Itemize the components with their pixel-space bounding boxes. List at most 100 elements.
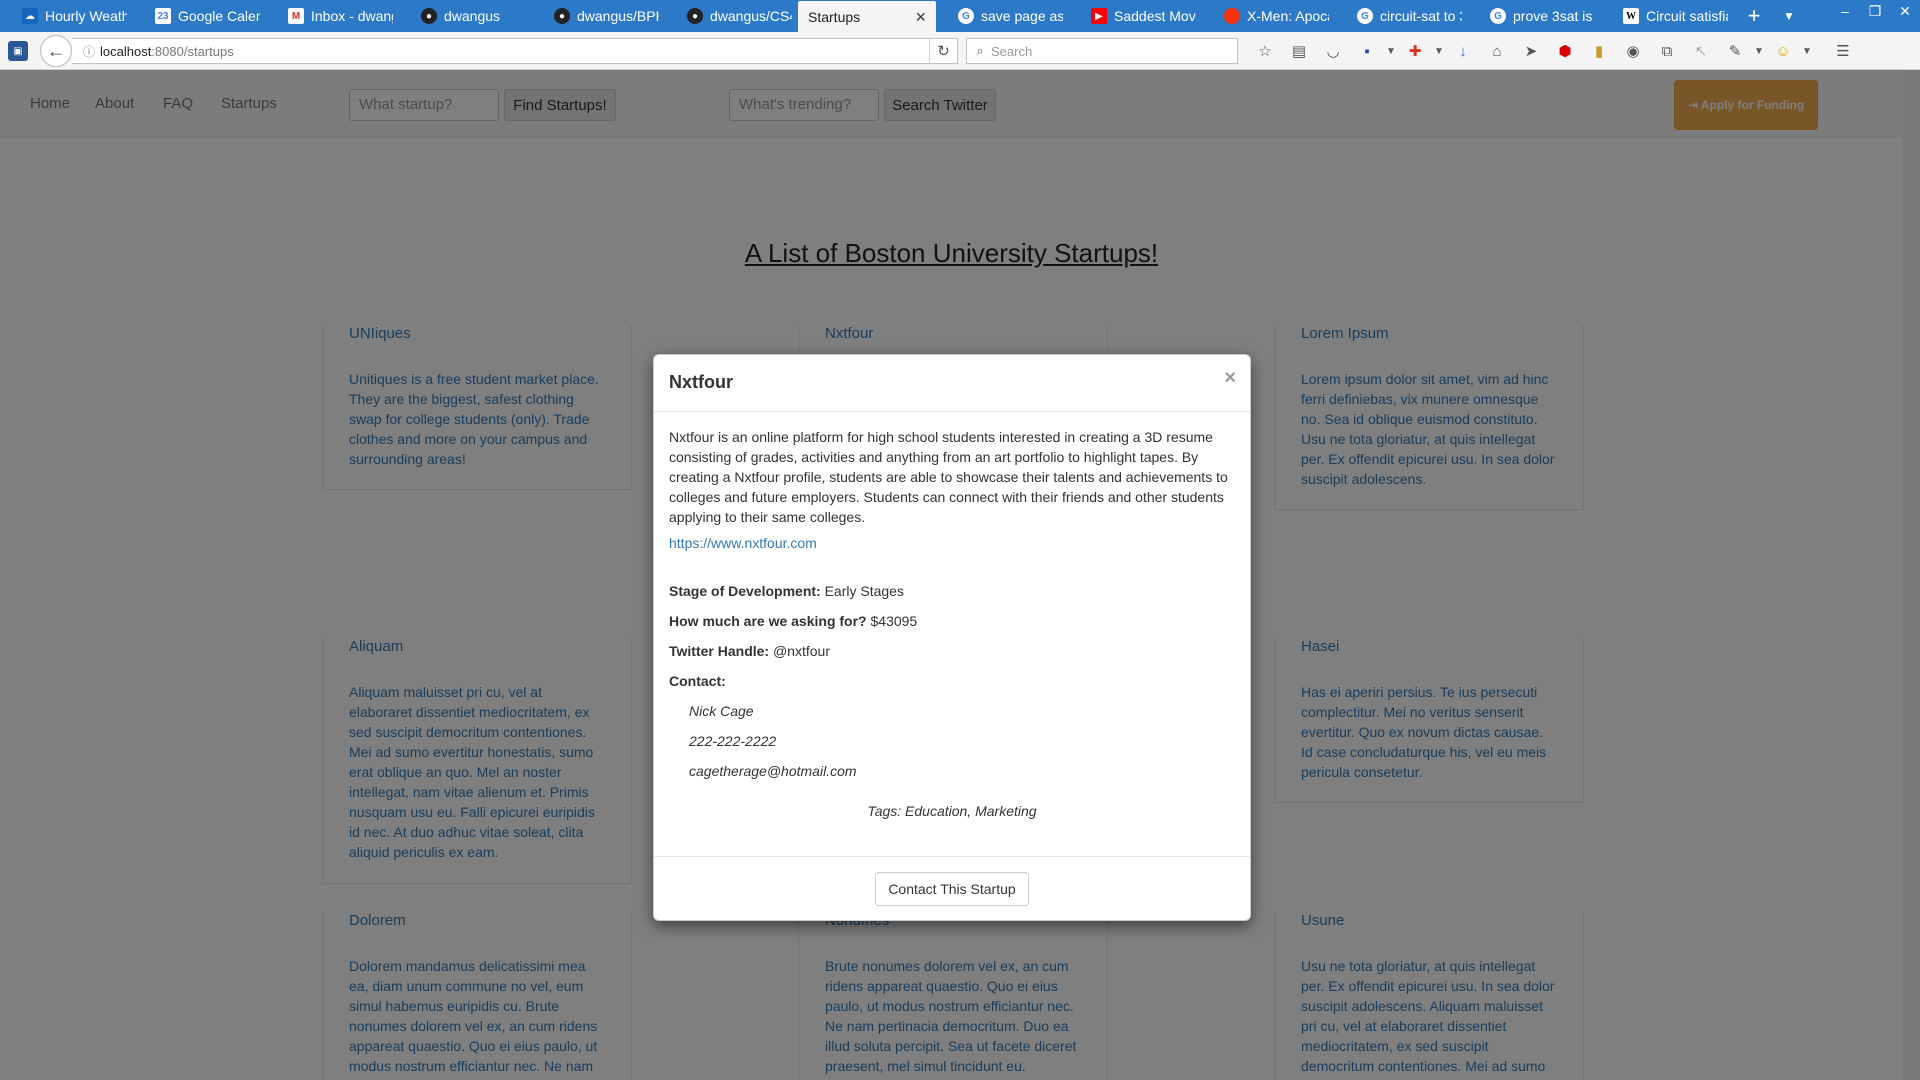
tab-label: save page as ht... bbox=[981, 8, 1063, 24]
github-icon: ● bbox=[687, 8, 703, 24]
tab-label: Google Calenda... bbox=[178, 8, 260, 24]
send-icon[interactable]: ➤ bbox=[1514, 38, 1548, 64]
tab-label: X-Men: Apocal... bbox=[1247, 8, 1329, 24]
stage-label: Stage of Development: bbox=[669, 583, 821, 599]
adblock-icon[interactable]: ⬢ bbox=[1548, 38, 1582, 64]
twitter-row: Twitter Handle: @nxtfour bbox=[669, 641, 1235, 661]
bookmark-star-icon[interactable]: ☆ bbox=[1248, 38, 1282, 64]
tab-label: Hourly Weather... bbox=[45, 8, 127, 24]
url-host: localhost bbox=[100, 43, 152, 59]
tab-prove-3sat[interactable]: G prove 3sat is np... bbox=[1468, 0, 1601, 32]
tab-label: Circuit satisfiabi... bbox=[1646, 8, 1728, 24]
tomato-icon bbox=[1224, 8, 1240, 24]
google-icon: G bbox=[958, 8, 974, 24]
url-path: :8080/startups bbox=[151, 43, 234, 59]
hamburger-menu-icon[interactable]: ☰ bbox=[1826, 38, 1860, 64]
back-icon[interactable]: ← bbox=[40, 35, 72, 67]
tab-github-cs41[interactable]: ● dwangus/CS41... bbox=[665, 0, 798, 32]
close-window-icon[interactable]: ✕ bbox=[1890, 0, 1920, 22]
gmail-icon: M bbox=[288, 8, 304, 24]
arrow-icon[interactable]: ↖ bbox=[1684, 38, 1718, 64]
google-icon: G bbox=[1490, 8, 1506, 24]
reload-icon[interactable]: ↻ bbox=[929, 39, 957, 63]
ask-label: How much are we asking for? bbox=[669, 613, 867, 629]
tab-calendar[interactable]: 23 Google Calenda... bbox=[133, 0, 266, 32]
home-icon[interactable]: ⌂ bbox=[1480, 38, 1514, 64]
addon-red-icon[interactable]: ✚ bbox=[1398, 38, 1432, 64]
startup-description: Nxtfour is an online platform for high s… bbox=[669, 429, 1228, 525]
save-icon[interactable]: ▪ bbox=[1350, 38, 1384, 64]
tab-label: Saddest Movies... bbox=[1114, 8, 1196, 24]
tab-startups[interactable]: Startups × bbox=[798, 1, 936, 33]
calendar-icon: 23 bbox=[155, 8, 171, 24]
stage-value: Early Stages bbox=[824, 583, 904, 599]
download-icon[interactable]: ↓ bbox=[1446, 38, 1480, 64]
modal-title: Nxtfour bbox=[669, 372, 733, 392]
close-tab-icon[interactable]: × bbox=[915, 7, 926, 28]
dropdown-chevron-icon[interactable]: ▼ bbox=[1384, 38, 1398, 64]
google-icon: G bbox=[1357, 8, 1373, 24]
window-controls: – ❐ ✕ bbox=[1830, 0, 1920, 22]
modal-footer: Contact This Startup bbox=[654, 856, 1250, 920]
stage-row: Stage of Development: Early Stages bbox=[669, 581, 1235, 601]
tab-label: Startups bbox=[808, 9, 861, 25]
ask-value: $43095 bbox=[870, 613, 918, 629]
tab-weather[interactable]: ☁ Hourly Weather... bbox=[0, 0, 133, 32]
contact-phone: 222-222-2222 bbox=[689, 733, 777, 749]
tab-label: dwangus bbox=[444, 8, 501, 24]
emoji-addon-icon[interactable]: ☺ bbox=[1766, 38, 1800, 64]
dropdown-chevron-icon[interactable]: ▼ bbox=[1800, 38, 1814, 64]
pocket-icon[interactable]: ◡ bbox=[1316, 38, 1350, 64]
tab-circuit-sat[interactable]: G circuit-sat to 3-... bbox=[1335, 0, 1468, 32]
browser-search-input[interactable]: ⌕ Search bbox=[966, 38, 1238, 64]
startup-website-link[interactable]: https://www.nxtfour.com bbox=[669, 533, 1235, 553]
contact-label: Contact: bbox=[669, 673, 726, 689]
contact-row: Contact: bbox=[669, 671, 1235, 691]
gesture-icon[interactable]: ✎ bbox=[1718, 38, 1752, 64]
tab-label: Inbox - dwangu... bbox=[311, 8, 393, 24]
tabs-icon[interactable]: ⧉ bbox=[1650, 38, 1684, 64]
search-placeholder: Search bbox=[991, 43, 1033, 59]
browser-toolbar: ▣ ← ⓘ localhost:8080/startups ↻ ⌕ Search… bbox=[0, 32, 1920, 70]
tab-github-dwangus[interactable]: ● dwangus bbox=[399, 0, 532, 32]
dropdown-chevron-icon[interactable]: ▼ bbox=[1432, 38, 1446, 64]
tab-label: dwangus/BPHC bbox=[577, 8, 659, 24]
reading-list-icon[interactable]: ▤ bbox=[1282, 38, 1316, 64]
chat-icon[interactable]: ◉ bbox=[1616, 38, 1650, 64]
tab-wikipedia[interactable]: W Circuit satisfiabi... bbox=[1601, 0, 1734, 32]
twitter-label: Twitter Handle: bbox=[669, 643, 770, 659]
minimize-icon[interactable]: – bbox=[1830, 0, 1860, 22]
github-icon: ● bbox=[554, 8, 570, 24]
tab-label: dwangus/CS41... bbox=[710, 8, 792, 24]
wikipedia-icon: W bbox=[1623, 8, 1639, 24]
tab-list-chevron-icon[interactable]: ▼ bbox=[1774, 0, 1804, 32]
youtube-icon: ▶ bbox=[1091, 8, 1107, 24]
tab-inbox[interactable]: M Inbox - dwangu... bbox=[266, 0, 399, 32]
modal-body: Nxtfour is an online platform for high s… bbox=[654, 412, 1250, 836]
close-icon[interactable]: × bbox=[1224, 367, 1236, 390]
toolbar-icons: ☆ ▤ ◡ ▪ ▼ ✚ ▼ ↓ ⌂ ➤ ⬢ ▮ ◉ ⧉ ↖ ✎ ▼ ☺ ▼ ☰ bbox=[1248, 38, 1860, 64]
contact-startup-button[interactable]: Contact This Startup bbox=[875, 871, 1029, 906]
tab-github-bphc[interactable]: ● dwangus/BPHC bbox=[532, 0, 665, 32]
ask-row: How much are we asking for? $43095 bbox=[669, 611, 1235, 631]
firefox-menu-icon[interactable]: ▣ bbox=[8, 41, 28, 61]
dropdown-chevron-icon[interactable]: ▼ bbox=[1752, 38, 1766, 64]
url-bar[interactable]: ⓘ localhost:8080/startups ↻ bbox=[72, 38, 958, 64]
tab-label: circuit-sat to 3-... bbox=[1380, 8, 1462, 24]
github-icon: ● bbox=[421, 8, 437, 24]
weather-icon: ☁ bbox=[22, 8, 38, 24]
note-icon[interactable]: ▮ bbox=[1582, 38, 1616, 64]
twitter-value: @nxtfour bbox=[772, 643, 830, 659]
info-icon[interactable]: ⓘ bbox=[78, 43, 100, 60]
restore-icon[interactable]: ❐ bbox=[1860, 0, 1890, 22]
tab-bar: ☁ Hourly Weather... 23 Google Calenda...… bbox=[0, 0, 1920, 33]
tab-xmen[interactable]: X-Men: Apocal... bbox=[1202, 0, 1335, 32]
tab-save-page[interactable]: G save page as ht... bbox=[936, 0, 1069, 32]
tab-label: prove 3sat is np... bbox=[1513, 8, 1595, 24]
new-tab-icon[interactable]: + bbox=[1734, 0, 1774, 32]
startup-tags: Tags: Education, Marketing bbox=[867, 803, 1037, 819]
modal-header: Nxtfour × bbox=[654, 355, 1250, 412]
tab-youtube[interactable]: ▶ Saddest Movies... bbox=[1069, 0, 1202, 32]
search-icon: ⌕ bbox=[976, 43, 984, 58]
startup-modal: Nxtfour × Nxtfour is an online platform … bbox=[653, 354, 1251, 921]
